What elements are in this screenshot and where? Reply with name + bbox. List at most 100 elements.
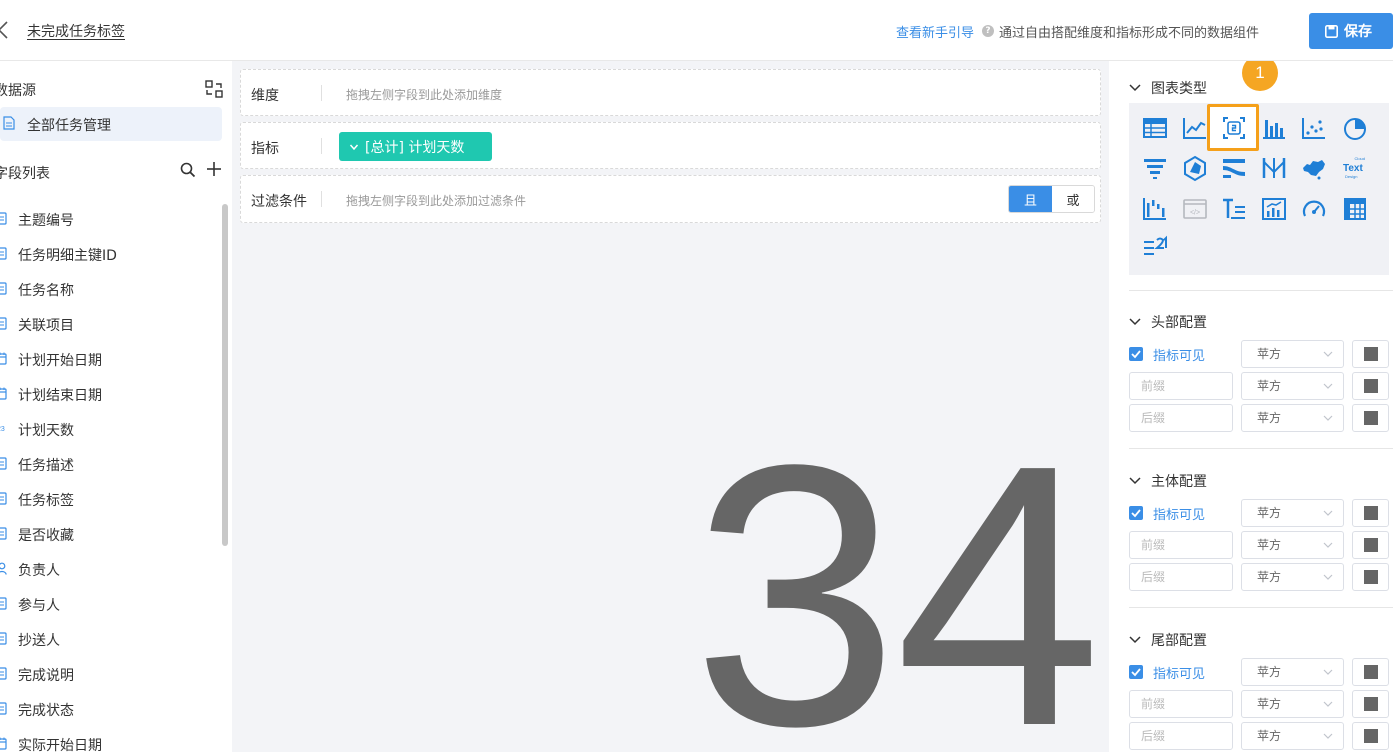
funnel-chart-icon[interactable] [1141,154,1169,182]
svg-text:</>: </> [1190,210,1200,217]
field-list-item[interactable]: 计划结束日期 [0,376,220,411]
prefix-input[interactable]: 前缀 [1129,690,1233,718]
color-picker[interactable] [1352,658,1389,686]
waterfall-chart-icon[interactable] [1141,195,1169,223]
field-list-item[interactable]: 是否收藏 [0,516,220,551]
number-field-icon: 23 [0,426,5,433]
field-list-item[interactable]: 任务明细主键ID [0,236,220,271]
pivot-table-icon[interactable] [1341,195,1369,223]
field-list-item[interactable]: 参与人 [0,586,220,621]
field-list-item[interactable]: 23 计划天数 [0,411,220,446]
font-select[interactable]: 苹方 [1241,722,1344,750]
map-chart-icon[interactable] [1300,154,1328,182]
font-select[interactable]: 苹方 [1241,404,1344,432]
font-select[interactable]: 苹方 [1241,690,1344,718]
color-picker[interactable] [1352,690,1389,718]
font-select[interactable]: 苹方 [1241,658,1344,686]
step-badge: 1 [1242,61,1278,91]
suffix-input[interactable]: 后缀 [1129,404,1233,432]
metric-card-icon[interactable] [1220,114,1248,142]
metric-drop-zone[interactable]: 指标 [总计] 计划天数 [240,122,1101,169]
bar-chart-icon[interactable] [1260,114,1288,142]
font-select-value: 苹方 [1257,697,1282,711]
suffix-input[interactable]: 后缀 [1129,722,1233,750]
body-config-title[interactable]: 主体配置 [1129,471,1207,491]
font-select[interactable]: 苹方 [1241,499,1344,527]
prefix-input[interactable]: 前缀 [1129,531,1233,559]
chart-type-grid: Cloud Text Design </> [1129,103,1389,275]
color-picker[interactable] [1352,563,1389,591]
color-swatch [1364,665,1378,679]
switch-datasource-icon[interactable] [205,80,223,98]
word-cloud-icon[interactable]: Cloud Text Design [1341,154,1369,182]
visibility-checkbox[interactable] [1129,665,1143,679]
ranking-list-icon[interactable] [1141,234,1169,262]
scatter-chart-icon[interactable] [1300,114,1328,142]
color-picker[interactable] [1352,531,1389,559]
color-picker[interactable] [1352,404,1389,432]
color-picker[interactable] [1352,722,1389,750]
config-panel: 图表类型 1 Cloud Text Design </> 头部配置 指标可见 苹… [1109,61,1393,752]
field-list-item[interactable]: 关联项目 [0,306,220,341]
field-list-item[interactable]: 任务标签 [0,481,220,516]
guide-link[interactable]: 查看新手引导 [896,22,974,41]
field-list-item[interactable]: 负责人 [0,551,220,586]
color-picker[interactable] [1352,499,1389,527]
text-field-icon [0,247,7,260]
sankey-chart-icon[interactable] [1220,154,1248,182]
font-select[interactable]: 苹方 [1241,372,1344,400]
field-list-item[interactable]: 完成说明 [0,656,220,691]
color-picker[interactable] [1352,340,1389,368]
field-list-item[interactable]: 完成状态 [0,691,220,726]
section-divider [1129,290,1393,291]
field-list-item[interactable]: 主题编号 [0,201,220,236]
date-field-icon [0,352,7,365]
page-title[interactable]: 未完成任务标签 [27,21,125,41]
table-chart-icon[interactable] [1141,114,1169,142]
color-swatch [1364,729,1378,743]
metric-chip[interactable]: [总计] 计划天数 [339,132,492,161]
text-chart-icon[interactable] [1220,195,1248,223]
filter-drop-zone[interactable]: 过滤条件 拖拽左侧字段到此处添加过滤条件 且 或 [240,175,1101,223]
bidirectional-chart-icon[interactable] [1260,154,1288,182]
visibility-checkbox[interactable] [1129,506,1143,520]
datasource-item[interactable]: 全部任务管理 [0,107,222,141]
field-list-item[interactable]: 抄送人 [0,621,220,656]
fields-heading: 字段列表 [0,166,50,182]
text-field-icon [0,702,7,715]
field-list-item[interactable]: 任务描述 [0,446,220,481]
color-picker[interactable] [1352,372,1389,400]
field-list-item[interactable]: 实际开始日期 [0,726,220,752]
sidebar-scrollbar[interactable] [222,204,228,546]
gauge-chart-icon[interactable] [1300,195,1328,223]
metric-value: 34 [692,387,1102,752]
date-field-icon [0,387,7,400]
field-label: 参与人 [18,598,60,614]
logic-and-button[interactable]: 且 [1009,186,1052,212]
logic-or-button[interactable]: 或 [1052,186,1094,212]
comparison-chart-icon[interactable] [1260,195,1288,223]
help-icon[interactable]: ? [982,25,994,37]
footer-config-title[interactable]: 尾部配置 [1129,630,1207,650]
font-select[interactable]: 苹方 [1241,531,1344,559]
field-label: 完成说明 [18,668,74,684]
font-select[interactable]: 苹方 [1241,340,1344,368]
prefix-input[interactable]: 前缀 [1129,372,1233,400]
field-label: 关联项目 [18,318,74,334]
field-list-item[interactable]: 任务名称 [0,271,220,306]
visibility-checkbox[interactable] [1129,347,1143,361]
pie-chart-icon[interactable] [1341,114,1369,142]
polar-chart-icon[interactable] [1181,154,1209,182]
add-field-icon[interactable] [206,161,222,177]
back-arrow-icon[interactable] [0,21,10,39]
chart-type-section-title[interactable]: 图表类型 [1129,78,1207,98]
save-button[interactable]: 保存 [1309,13,1393,49]
suffix-input[interactable]: 后缀 [1129,563,1233,591]
field-list-item[interactable]: 计划开始日期 [0,341,220,376]
dimension-drop-zone[interactable]: 维度 拖拽左侧字段到此处添加维度 [240,69,1101,116]
iframe-chart-icon[interactable]: </> [1181,195,1209,223]
header-config-title[interactable]: 头部配置 [1129,312,1207,332]
line-chart-icon[interactable] [1181,114,1209,142]
font-select[interactable]: 苹方 [1241,563,1344,591]
search-icon[interactable] [180,162,196,178]
